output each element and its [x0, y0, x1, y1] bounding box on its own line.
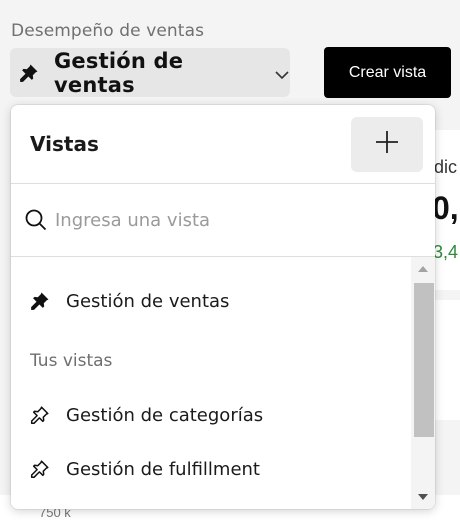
views-popover: Vistas Gestión de ventas: [11, 105, 435, 509]
add-view-button[interactable]: [351, 116, 423, 172]
view-selector-dropdown[interactable]: Gestión de ventas: [10, 48, 290, 97]
metric-delta: 3,4: [433, 242, 459, 262]
section-label: Tus vistas: [30, 351, 113, 371]
popover-header: Vistas: [11, 105, 435, 184]
create-view-button[interactable]: Crear vista: [324, 47, 451, 98]
popover-title: Vistas: [30, 132, 99, 156]
search-input[interactable]: [55, 209, 395, 231]
list-item-label: Gestión de ventas: [66, 290, 230, 312]
pin-filled-icon: [19, 63, 39, 83]
search-icon: [25, 209, 47, 231]
metric-value: 0,: [432, 190, 459, 226]
pin-outline-icon[interactable]: [30, 459, 50, 479]
selected-view-label: Gestión de ventas: [54, 48, 184, 97]
search-row: [11, 184, 435, 257]
chevron-down-icon: [274, 67, 290, 83]
list-item-label: Gestión de categorías: [66, 404, 264, 426]
list-item-pinned-view[interactable]: Gestión de ventas: [11, 281, 409, 321]
list-item-view[interactable]: Gestión de categorías: [11, 395, 409, 435]
pin-filled-icon: [30, 291, 50, 311]
plus-icon: [374, 129, 400, 159]
views-list: Gestión de ventas Tus vistas Gestión de …: [11, 257, 435, 509]
list-item-view[interactable]: Gestión de fulfillment: [11, 449, 409, 489]
scroll-down-arrow-icon[interactable]: [411, 485, 435, 509]
list-item-label: Gestión de fulfillment: [66, 458, 260, 480]
scrollbar[interactable]: [411, 257, 435, 509]
page-label: Desempeño de ventas: [11, 21, 205, 41]
scrollbar-thumb[interactable]: [414, 283, 434, 437]
scroll-up-arrow-icon[interactable]: [411, 257, 435, 281]
pin-outline-icon[interactable]: [30, 405, 50, 425]
